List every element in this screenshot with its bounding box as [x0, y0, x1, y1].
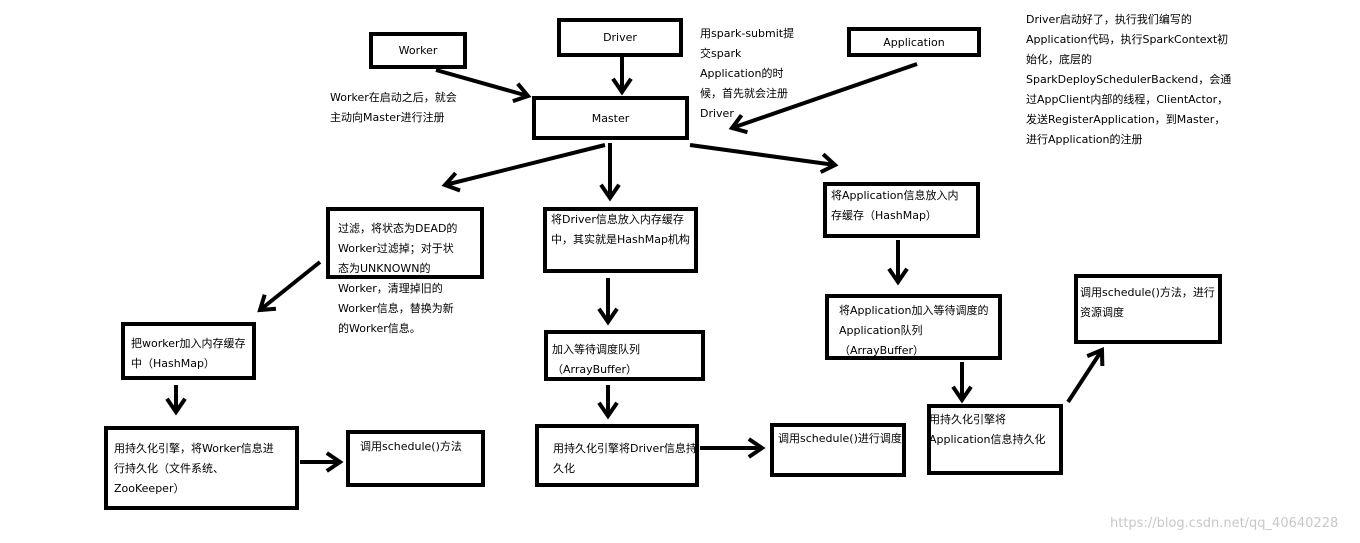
arrow-driver-master	[611, 57, 633, 96]
arrow-app-memory-queue	[887, 240, 909, 286]
diagram-canvas: Worker Driver Application Master 过滤，将状态为…	[0, 0, 1360, 543]
watermark: https://blog.csdn.net/qq_40640228	[1110, 516, 1339, 531]
node-worker: Worker	[369, 32, 467, 69]
arrow-app-queue-persist	[951, 362, 973, 404]
arrow-app-persist-schedule	[1066, 347, 1105, 404]
note-worker: Worker在启动之后，就会 主动向Master进行注册	[330, 91, 457, 124]
node-driver-to-memory: 将Driver信息放入内存缓存 中，其实就是HashMap机构	[551, 213, 690, 246]
arrow-driver-queue-persist	[597, 385, 619, 420]
note-driver: 用spark-submit提 交spark Application的时 候，首先…	[700, 27, 795, 120]
note-application: Driver启动好了，执行我们编写的 Application代码，执行Spark…	[1026, 13, 1232, 146]
node-app-schedule: 调用schedule()方法，进行 资源调度	[1080, 286, 1215, 319]
node-app-wait-queue: 将Application加入等待调度的 Application队列 （Array…	[839, 304, 989, 357]
node-filter-workers: 过滤，将状态为DEAD的 Worker过滤掉；对于状 态为UNKNOWN的 Wo…	[338, 222, 458, 335]
node-app-to-memory: 将Application信息放入内 存缓存（HashMap）	[831, 189, 959, 222]
arrow-master-app-memory	[689, 143, 839, 174]
arrow-driver-memory-queue	[597, 278, 619, 326]
node-worker-to-memory: 把worker加入内存缓存 中（HashMap）	[131, 337, 246, 370]
arrow-driver-persist-schedule	[700, 437, 766, 459]
arrow-worker-persist-schedule	[300, 451, 344, 473]
node-driver-schedule: 调用schedule()进行调度	[778, 432, 902, 445]
node-driver-persist: 用持久化引擎将Driver信息持 久化	[553, 442, 697, 475]
node-driver: Driver	[557, 18, 683, 57]
arrow-worker-memory-persist	[165, 385, 187, 416]
node-worker-schedule: 调用schedule()方法	[360, 440, 462, 453]
node-app-persist: 用持久化引擎将 Application信息持久化	[929, 413, 1046, 446]
node-master: Master	[532, 96, 689, 140]
node-application: Application	[847, 27, 981, 57]
node-driver-wait-queue: 加入等待调度队列 （ArrayBuffer）	[552, 343, 640, 376]
arrow-master-filter	[441, 143, 606, 193]
node-worker-persist: 用持久化引擎，将Worker信息进 行持久化（文件系统、 ZooKeeper）	[114, 442, 274, 495]
arrow-filter-worker-memory	[257, 260, 322, 313]
arrow-master-driver-memory	[599, 143, 621, 202]
